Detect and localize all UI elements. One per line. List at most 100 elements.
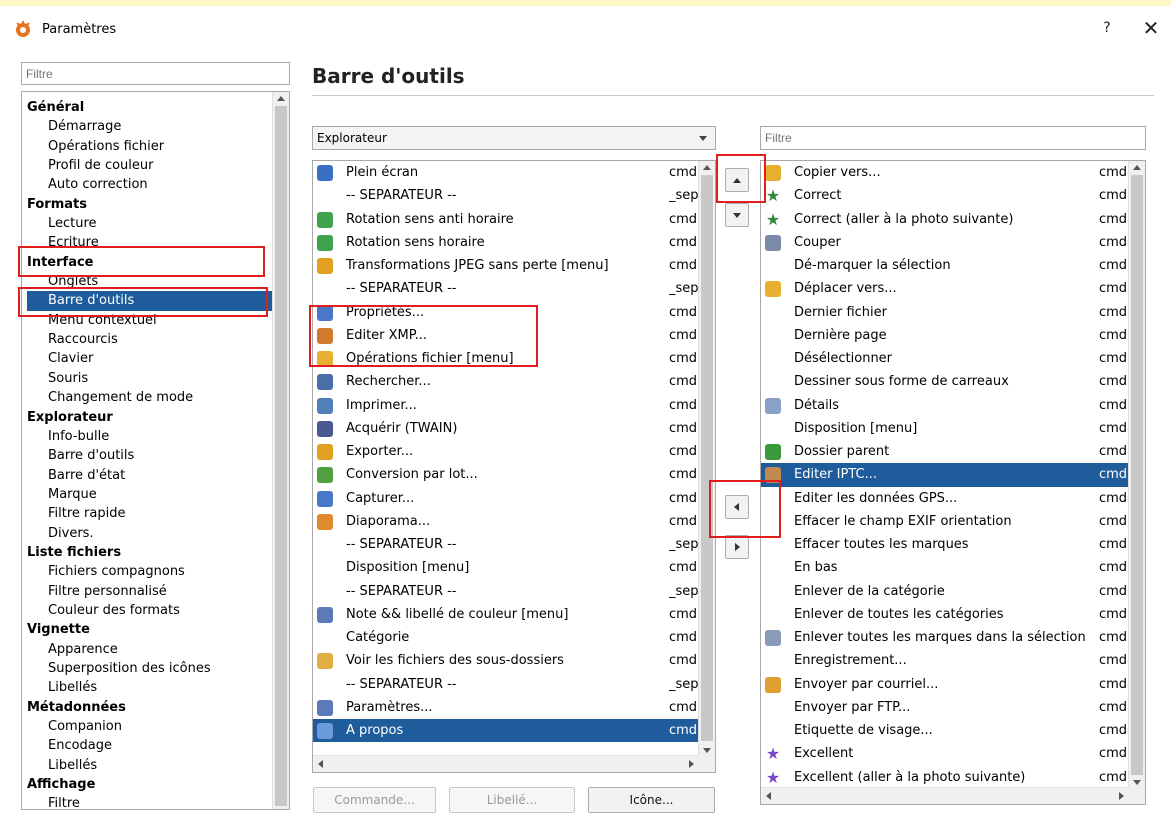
tree-item[interactable]: Ecriture [27, 233, 272, 252]
close-button[interactable]: ✕ [1140, 16, 1162, 40]
available-commands-list[interactable]: Copier vers... cmd ★ Correct cmd ★ Correct (al… [760, 160, 1146, 805]
list-item[interactable]: Disposition [menu] cmd [313, 556, 699, 579]
list-item[interactable]: A propos cmd [313, 719, 699, 743]
list-item[interactable]: Copier vers... cmd [761, 161, 1129, 184]
list-item[interactable]: Disposition [menu] cmd [761, 417, 1129, 440]
list-item[interactable]: Rotation sens horaire cmd [313, 231, 699, 254]
scroll-right-icon[interactable] [1119, 792, 1124, 800]
tree-item[interactable]: Changement de mode [27, 388, 272, 407]
tree-item[interactable]: Barre d'état [27, 466, 272, 485]
list-item[interactable]: Effacer le champ EXIF orientation cmd [761, 510, 1129, 533]
help-button[interactable]: ? [1098, 20, 1116, 36]
tree-item[interactable]: Opérations fichier [27, 137, 272, 156]
tree-scrollbar[interactable] [272, 92, 289, 809]
list-item[interactable]: Enlever toutes les marques dans la sélec… [761, 626, 1129, 649]
tree-item[interactable]: Raccourcis [27, 330, 272, 349]
scroll-thumb[interactable] [275, 106, 287, 806]
scroll-up-icon[interactable] [1133, 165, 1141, 170]
scroll-thumb[interactable] [1131, 175, 1143, 775]
list-item[interactable]: Paramètres... cmd [313, 696, 699, 719]
tree-item[interactable]: Companion [27, 717, 272, 736]
list-item[interactable]: Dernière page cmd [761, 324, 1129, 347]
scroll-left-icon[interactable] [766, 792, 771, 800]
tree-item[interactable]: Info-bulle [27, 427, 272, 446]
list-item[interactable]: Envoyer par courriel... cmd [761, 673, 1129, 696]
toolbar-select[interactable]: Explorateur [312, 126, 716, 150]
list-item[interactable]: Désélectionner cmd [761, 347, 1129, 370]
list-item[interactable]: Enregistrement... cmd [761, 649, 1129, 672]
tree-item[interactable]: Clavier [27, 349, 272, 368]
vertical-scrollbar[interactable] [1128, 161, 1145, 789]
list-item[interactable]: ★ Excellent (aller à la photo suivante) cm… [761, 766, 1129, 789]
scroll-thumb[interactable] [701, 175, 713, 741]
list-item[interactable]: Dé-marquer la sélection cmd [761, 254, 1129, 277]
list-item[interactable]: -- SEPARATEUR -- _sep [313, 533, 699, 556]
list-item[interactable]: Déplacer vers... cmd [761, 277, 1129, 300]
horizontal-scrollbar[interactable] [761, 787, 1129, 804]
tree-category[interactable]: Interface [27, 253, 272, 272]
tree-item[interactable]: Auto correction [27, 175, 272, 194]
list-item[interactable]: Détails cmd [761, 394, 1129, 417]
tree-item[interactable]: Fichiers compagnons [27, 562, 272, 581]
tree-item[interactable]: Démarrage [27, 117, 272, 136]
tree-item[interactable]: Barre d'outils [27, 446, 272, 465]
list-item[interactable]: Capturer... cmd [313, 487, 699, 510]
move-down-button[interactable] [725, 203, 749, 227]
tree-filter-input[interactable] [21, 62, 290, 85]
list-item[interactable]: Effacer toutes les marques cmd [761, 533, 1129, 556]
tree-item[interactable]: Onglets [27, 272, 272, 291]
list-item[interactable]: Editer XMP... cmd [313, 324, 699, 347]
remove-from-toolbar-button[interactable] [725, 535, 749, 559]
available-filter-input[interactable] [760, 126, 1146, 150]
tree-category[interactable]: Liste fichiers [27, 543, 272, 562]
list-item[interactable]: Rechercher... cmd [313, 370, 699, 393]
list-item[interactable]: Plein écran cmd [313, 161, 699, 184]
list-item[interactable]: Editer les données GPS... cmd [761, 487, 1129, 510]
tree-item[interactable]: Filtre rapide [27, 504, 272, 523]
scroll-left-icon[interactable] [318, 760, 323, 768]
scroll-up-icon[interactable] [277, 96, 285, 101]
tree-category[interactable]: Formats [27, 195, 272, 214]
scroll-down-icon[interactable] [703, 748, 711, 753]
list-item[interactable]: Imprimer... cmd [313, 394, 699, 417]
toolbar-items-list[interactable]: Plein écran cmd -- SEPARATEUR -- _sep Rotati… [312, 160, 716, 773]
list-item[interactable]: En bas cmd [761, 556, 1129, 579]
tree-item[interactable]: Barre d'outils [27, 291, 272, 311]
list-item[interactable]: ★ Correct (aller à la photo suivante) cmd [761, 208, 1129, 231]
vertical-scrollbar[interactable] [698, 161, 715, 757]
settings-tree[interactable]: Général Démarrage Opérations fichier Profil… [21, 91, 290, 810]
add-to-toolbar-button[interactable] [725, 495, 749, 519]
label-button[interactable]: Libellé... [449, 787, 575, 813]
tree-item[interactable]: Apparence [27, 640, 272, 659]
command-button[interactable]: Commande... [313, 787, 436, 813]
list-item[interactable]: ★ Excellent cmd [761, 742, 1129, 765]
tree-category[interactable]: Affichage [27, 775, 272, 794]
tree-item[interactable]: Filtre personnalisé [27, 582, 272, 601]
list-item[interactable]: Editer IPTC... cmd [761, 463, 1129, 487]
tree-item[interactable]: Couleur des formats [27, 601, 272, 620]
icon-button[interactable]: Icône... [588, 787, 715, 813]
list-item[interactable]: Opérations fichier [menu] cmd [313, 347, 699, 370]
list-item[interactable]: Catégorie cmd [313, 626, 699, 649]
list-item[interactable]: ★ Correct cmd [761, 184, 1129, 207]
tree-item[interactable]: Encodage [27, 736, 272, 755]
scroll-right-icon[interactable] [689, 760, 694, 768]
list-item[interactable]: -- SEPARATEUR -- _sep [313, 277, 699, 300]
tree-category[interactable]: Métadonnées [27, 698, 272, 717]
tree-item[interactable]: Superposition des icônes [27, 659, 272, 678]
list-item[interactable]: Couper cmd [761, 231, 1129, 254]
tree-item[interactable]: Profil de couleur [27, 156, 272, 175]
list-item[interactable]: Exporter... cmd [313, 440, 699, 463]
scroll-up-icon[interactable] [703, 165, 711, 170]
list-item[interactable]: Voir les fichiers des sous-dossiers cmd [313, 649, 699, 672]
tree-category[interactable]: Explorateur [27, 408, 272, 427]
tree-item[interactable]: Marque [27, 485, 272, 504]
list-item[interactable]: -- SEPARATEUR -- _sep [313, 184, 699, 207]
list-item[interactable]: -- SEPARATEUR -- _sep [313, 673, 699, 696]
tree-item[interactable]: Filtre [27, 794, 272, 809]
tree-item[interactable]: Menu contextuel [27, 311, 272, 330]
list-item[interactable]: Dossier parent cmd [761, 440, 1129, 463]
horizontal-scrollbar[interactable] [313, 755, 699, 772]
list-item[interactable]: Propriétés... cmd [313, 301, 699, 324]
tree-item[interactable]: Libellés [27, 756, 272, 775]
